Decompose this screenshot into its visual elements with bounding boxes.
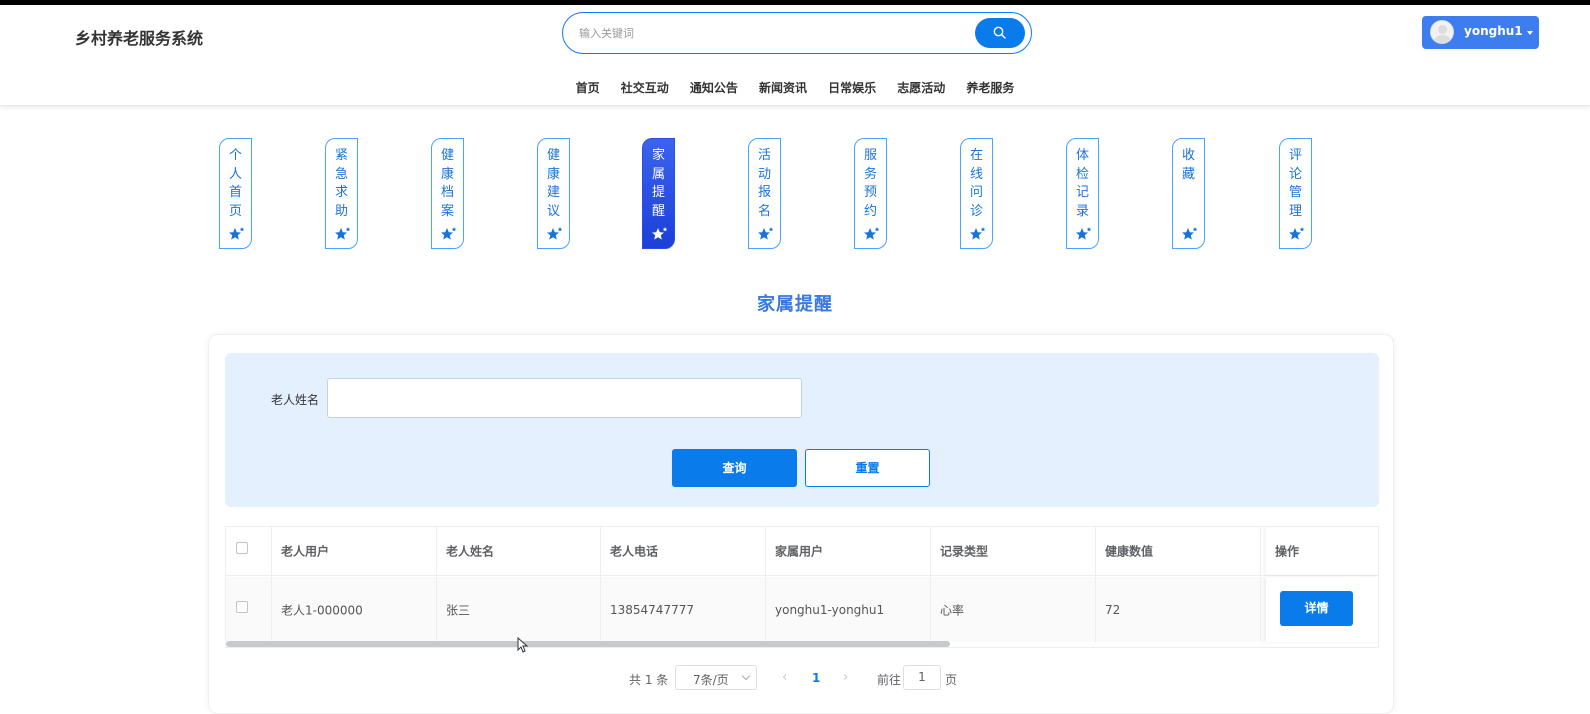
avatar — [1430, 20, 1454, 44]
goto-label: 前往 — [877, 673, 902, 687]
sidenav-item-health-record[interactable]: 健康档案 — [431, 138, 464, 249]
star-icon — [1076, 227, 1092, 240]
detail-button[interactable]: 详情 — [1280, 591, 1353, 626]
nav-item-volunteer[interactable]: 志愿活动 — [897, 79, 945, 96]
content-card: 老人姓名 查询 重置 老人用户 老人姓名 老人电话 家属用户 记录类型 健康数值… — [208, 334, 1394, 714]
column-header: 老人姓名 — [437, 527, 601, 575]
search-box — [562, 12, 1032, 54]
prev-page-button[interactable]: ‹ — [782, 670, 787, 685]
sidenav-item-service-booking[interactable]: 服务预约 — [854, 138, 887, 249]
user-name: yonghu1 — [1464, 24, 1523, 38]
header-select-cell — [226, 527, 272, 575]
sidenav-item-label: 收藏 — [1182, 148, 1196, 182]
star-icon — [1289, 227, 1305, 240]
cell-elder-user: 老人1-000000 — [272, 577, 437, 642]
pagination-total: 共 1 条 — [629, 673, 669, 687]
select-all-checkbox[interactable] — [236, 542, 248, 554]
star-icon — [1182, 227, 1198, 240]
table-row: 老人1-000000 张三 13854747777 yonghu1-yonghu… — [226, 577, 1378, 642]
column-header: 家属用户 — [766, 527, 931, 575]
search-icon — [993, 26, 1006, 39]
sidenav-item-label: 健康建议 — [547, 148, 561, 219]
search-input[interactable] — [579, 22, 949, 44]
cell-family-user: yonghu1-yonghu1 — [766, 577, 931, 642]
page-size-value: 7条/页 — [693, 673, 729, 687]
column-header: 老人电话 — [601, 527, 766, 575]
goto-page-input[interactable]: 1 — [903, 665, 941, 690]
site-title: 乡村养老服务系统 — [75, 29, 204, 48]
records-table: 老人用户 老人姓名 老人电话 家属用户 记录类型 健康数值 操作 老人1-000… — [225, 526, 1379, 648]
nav-item-notices[interactable]: 通知公告 — [690, 79, 738, 96]
column-header: 记录类型 — [931, 527, 1096, 575]
side-nav: 个人首页 紧急求助 健康档案 健康建议 家属提醒 活动报名 服务预约 在线问诊 … — [0, 138, 1590, 250]
sidenav-item-label: 个人首页 — [229, 148, 243, 219]
sidenav-item-favorites[interactable]: 收藏 — [1172, 138, 1205, 249]
chevron-down-icon — [1527, 31, 1533, 35]
horizontal-scrollbar[interactable] — [226, 641, 950, 647]
sidenav-item-family-reminder[interactable]: 家属提醒 — [642, 138, 675, 249]
sidenav-item-health-advice[interactable]: 健康建议 — [537, 138, 570, 249]
nav-item-home[interactable]: 首页 — [576, 79, 600, 96]
star-icon — [441, 227, 457, 240]
cell-elder-name: 张三 — [437, 577, 601, 642]
sidenav-item-label: 活动报名 — [758, 148, 772, 219]
pagination: 共 1 条 7条/页 ‹ 1 › 前往 1 页 — [629, 665, 989, 691]
star-icon — [864, 227, 880, 240]
filter-label-elder-name: 老人姓名 — [271, 393, 320, 407]
sidenav-item-checkup-record[interactable]: 体检记录 — [1066, 138, 1099, 249]
row-select-cell — [226, 577, 272, 642]
sidenav-item-label: 在线问诊 — [970, 148, 984, 219]
cell-health-value: 72 — [1096, 577, 1261, 642]
elder-name-input[interactable] — [327, 378, 802, 418]
sidenav-item-emergency[interactable]: 紧急求助 — [325, 138, 358, 249]
column-header: 操作 — [1266, 527, 1378, 575]
nav-item-entertainment[interactable]: 日常娱乐 — [828, 79, 876, 96]
filter-panel: 老人姓名 查询 重置 — [225, 353, 1379, 507]
chevron-down-icon — [741, 671, 751, 681]
sidenav-item-label: 紧急求助 — [335, 148, 349, 219]
reset-button[interactable]: 重置 — [805, 449, 930, 487]
table-header-row: 老人用户 老人姓名 老人电话 家属用户 记录类型 健康数值 操作 — [226, 527, 1378, 576]
page-title: 家属提醒 — [757, 294, 833, 315]
sidenav-item-activity-signup[interactable]: 活动报名 — [748, 138, 781, 249]
sidenav-item-label: 评论管理 — [1289, 148, 1303, 219]
site-header: 乡村养老服务系统 yonghu1 首页 社交互动 通知公告 新闻资讯 日常娱乐 … — [0, 5, 1590, 106]
sidenav-item-comments[interactable]: 评论管理 — [1279, 138, 1312, 249]
page-suffix: 页 — [945, 673, 958, 687]
nav-item-social[interactable]: 社交互动 — [621, 79, 669, 96]
sidenav-item-label: 健康档案 — [441, 148, 455, 219]
star-icon — [758, 227, 774, 240]
star-icon — [335, 227, 351, 240]
column-header: 老人用户 — [272, 527, 437, 575]
row-checkbox[interactable] — [236, 600, 248, 613]
nav-item-news[interactable]: 新闻资讯 — [759, 79, 807, 96]
sidenav-item-online-consult[interactable]: 在线问诊 — [960, 138, 993, 249]
star-icon — [970, 227, 986, 240]
star-icon — [229, 227, 245, 240]
page-number-current[interactable]: 1 — [812, 671, 820, 685]
nav-item-elderly-service[interactable]: 养老服务 — [966, 79, 1014, 96]
sidenav-item-label: 服务预约 — [864, 148, 878, 219]
cell-record-type: 心率 — [931, 577, 1096, 642]
cell-elder-phone: 13854747777 — [601, 577, 766, 642]
main-nav: 首页 社交互动 通知公告 新闻资讯 日常娱乐 志愿活动 养老服务 — [0, 77, 1590, 96]
next-page-button[interactable]: › — [843, 670, 848, 685]
cell-actions: 详情 — [1266, 577, 1378, 642]
user-menu-button[interactable]: yonghu1 — [1422, 16, 1539, 49]
search-button[interactable] — [975, 18, 1025, 48]
star-icon — [652, 227, 668, 240]
page-size-select[interactable]: 7条/页 — [675, 665, 757, 690]
sidenav-item-label: 家属提醒 — [652, 148, 666, 219]
column-header: 健康数值 — [1096, 527, 1261, 575]
sidenav-item-profile[interactable]: 个人首页 — [219, 138, 252, 249]
mouse-cursor-icon — [517, 637, 529, 653]
query-button[interactable]: 查询 — [672, 449, 797, 487]
sidenav-item-label: 体检记录 — [1076, 148, 1090, 219]
star-icon — [547, 227, 563, 240]
